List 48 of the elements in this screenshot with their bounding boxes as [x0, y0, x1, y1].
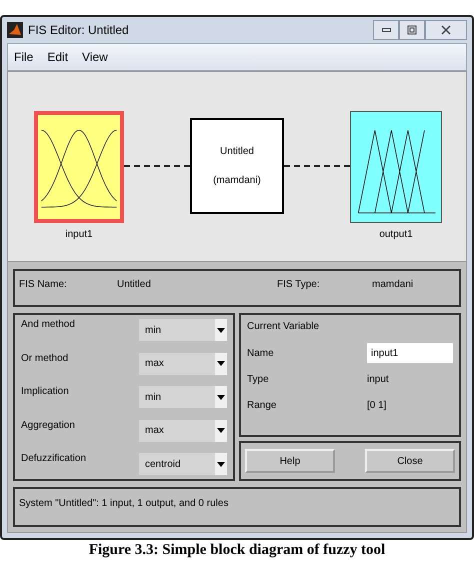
variable-label: Type — [247, 374, 270, 384]
dialog-button[interactable]: Help — [245, 449, 335, 473]
output-label: output1 — [379, 228, 413, 240]
method-dropdown[interactable]: max — [139, 352, 227, 374]
name-field[interactable]: input1 — [367, 343, 453, 363]
method-label: And method — [21, 319, 75, 330]
matlab-logo-icon — [7, 22, 23, 38]
fis-label: FIS Name: — [19, 279, 68, 290]
system-name: Untitled — [220, 146, 254, 158]
menu-item[interactable]: View — [82, 50, 108, 64]
fis-label: FIS Type: — [277, 279, 321, 290]
minimize-button[interactable] — [373, 20, 399, 40]
variable-label: Range — [247, 400, 278, 410]
menu-item[interactable]: File — [14, 50, 34, 64]
menu-item[interactable]: Edit — [47, 50, 68, 64]
system-type: (mamdani) — [213, 175, 261, 186]
variable-value: input — [367, 374, 389, 384]
method-dropdown[interactable]: max — [139, 420, 227, 442]
dropdown-arrow-icon — [217, 428, 225, 433]
variable-label: Name — [247, 348, 275, 358]
method-label: Defuzzification — [21, 453, 86, 464]
maximize-button[interactable] — [399, 20, 425, 40]
dropdown-arrow-icon — [217, 394, 225, 400]
input-membership-block[interactable] — [34, 110, 124, 223]
system-block[interactable]: Untitled (mamdani) — [190, 118, 284, 214]
close-icon — [440, 24, 452, 36]
minimize-icon — [382, 28, 390, 32]
fis-value: Untitled — [117, 279, 152, 290]
status-text: System "Untitled": 1 input, 1 output, and 0 rules — [19, 498, 228, 509]
dropdown-arrow-icon — [217, 361, 225, 366]
panel-title: Current Variable — [247, 321, 320, 332]
method-dropdown[interactable]: min — [139, 386, 227, 408]
window-title: FIS Editor: Untitled — [28, 22, 129, 37]
fis-value: mamdani — [372, 279, 414, 290]
maximize-icon — [406, 24, 418, 36]
input-label: input1 — [65, 228, 93, 240]
dropdown-arrow-icon — [217, 328, 225, 332]
close-button[interactable] — [425, 20, 467, 40]
dialog-button[interactable]: Close — [365, 449, 455, 473]
method-label: Implication — [21, 386, 69, 397]
method-dropdown[interactable]: centroid — [139, 453, 227, 475]
variable-value: [0 1] — [367, 400, 386, 410]
dropdown-arrow-icon — [217, 462, 225, 466]
figure-caption: Figure 3.3: Simple block diagram of fuzzy tool — [88, 542, 386, 559]
method-label: Aggregation — [21, 420, 75, 430]
method-label: Or method — [21, 352, 68, 364]
output-membership-block[interactable] — [350, 110, 442, 223]
method-dropdown[interactable]: min — [139, 319, 227, 341]
